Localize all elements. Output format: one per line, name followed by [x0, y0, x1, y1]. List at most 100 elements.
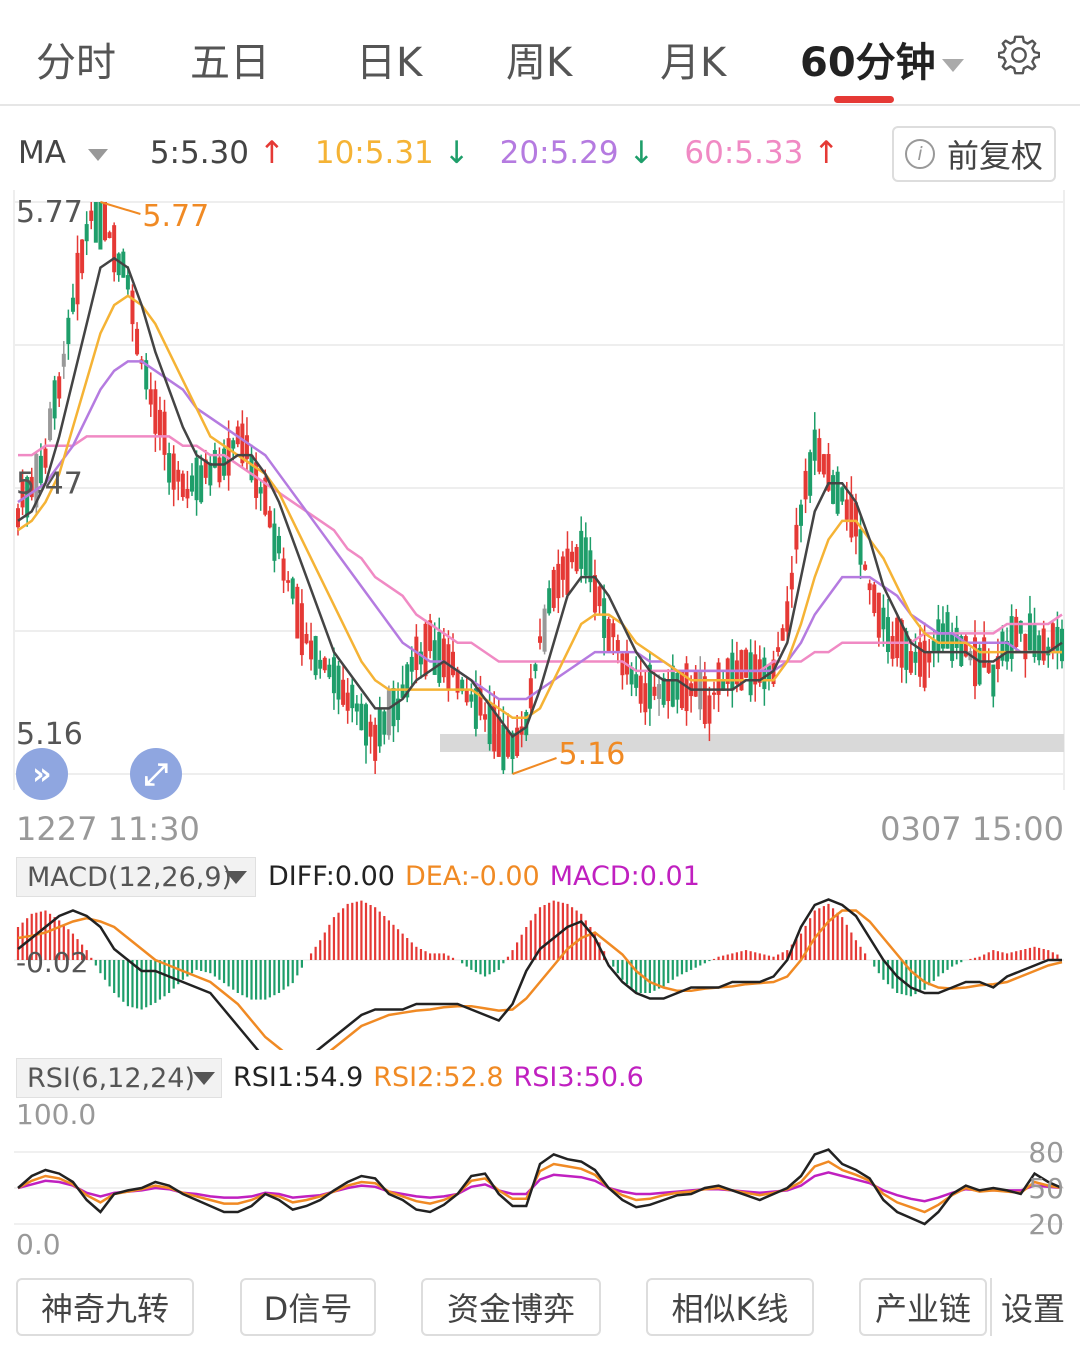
candle-body — [812, 429, 817, 461]
tab-month-k[interactable]: 月K — [660, 30, 726, 88]
time-start-label: 1227 11:30 — [16, 810, 200, 848]
ma20-value: 20:5.29 ↓ — [500, 135, 665, 171]
ma-selector[interactable]: MA — [18, 135, 118, 171]
candle-body — [153, 389, 158, 434]
candle-body — [542, 608, 547, 652]
candle-body — [748, 652, 753, 696]
candle-body — [876, 592, 881, 638]
rsi-selector-label: RSI(6,12,24) — [27, 1062, 195, 1094]
candle-body — [803, 470, 808, 500]
candlestick-chart[interactable]: 5.77 5.47 5.16 5.77 5.16 — [0, 190, 1080, 800]
candle-body — [441, 638, 446, 678]
candle-body — [744, 649, 749, 678]
candle-body — [762, 657, 767, 690]
adjust-price-button[interactable]: i 前复权 — [892, 126, 1056, 182]
d-signal-button[interactable]: D信号 — [240, 1278, 376, 1336]
candle-body — [867, 583, 872, 591]
tab-week-k[interactable]: 周K — [506, 30, 572, 88]
rsi2-value: RSI2:52.8 — [373, 1062, 504, 1093]
candle-body — [290, 578, 295, 599]
candle-body — [217, 457, 222, 483]
ma-values-row: MA 5:5.30 ↑ 10:5.31 ↓ 20:5.29 ↓ 60:5.33 ↑ — [18, 135, 859, 175]
candle-body — [922, 640, 927, 688]
macd-diff-value: DIFF:0.00 — [268, 861, 395, 892]
candle-body — [643, 683, 648, 713]
candle-body — [583, 537, 588, 576]
candle-body — [318, 659, 323, 669]
rsi-selector[interactable]: RSI(6,12,24) — [16, 1058, 222, 1098]
candle-body — [844, 499, 849, 520]
ma20-text: 20:5.29 — [499, 135, 619, 171]
candle-body — [176, 469, 181, 482]
candle-body — [533, 664, 538, 672]
arrow-down-icon: ↓ — [443, 135, 470, 171]
chevron-down-icon — [225, 870, 247, 884]
candle-body — [817, 438, 822, 472]
candle-body — [547, 588, 552, 614]
candle-body — [354, 703, 359, 712]
capital-game-button[interactable]: 资金博弈 — [421, 1278, 601, 1336]
magic-nine-button[interactable]: 神奇九转 — [16, 1278, 194, 1336]
candle-body — [679, 671, 684, 709]
candle-body — [849, 494, 854, 538]
candle-body — [821, 454, 826, 475]
candle-body — [84, 224, 89, 242]
expand-right-icon[interactable]: » — [16, 748, 68, 800]
candle-body — [799, 504, 803, 526]
candle-body — [157, 409, 162, 436]
high-price-label: 5.77 — [142, 199, 209, 234]
candle-body — [350, 684, 355, 709]
tab-five-day[interactable]: 五日 — [190, 30, 270, 88]
low-marker-line — [512, 757, 557, 775]
rsi2-line — [17, 1160, 1063, 1214]
settings-button[interactable]: 设置 — [990, 1278, 1074, 1336]
candle-body — [973, 637, 977, 687]
candle-body — [638, 675, 643, 704]
candle-body — [789, 572, 794, 590]
candle-body — [858, 529, 863, 565]
candle-body — [16, 508, 20, 528]
candle-body — [927, 652, 932, 663]
macd-selector[interactable]: MACD(12,26,9) — [16, 857, 256, 897]
candle-body — [382, 711, 387, 735]
arrow-down-icon: ↓ — [628, 135, 655, 171]
gear-icon[interactable] — [998, 34, 1040, 76]
industry-chain-button[interactable]: 产业链 — [859, 1278, 987, 1336]
period-tab-bar: 分时 五日 日K 周K 月K 60分钟 — [0, 0, 1080, 106]
candle-body — [702, 676, 707, 724]
candle-body — [693, 671, 698, 697]
candle-body — [331, 657, 336, 694]
candle-body — [776, 647, 781, 652]
candle-body — [162, 411, 167, 455]
tab-60min[interactable]: 60分钟 — [800, 30, 964, 88]
fullscreen-icon[interactable]: ⤢ — [130, 748, 182, 800]
candle-body — [808, 452, 813, 496]
candle-body — [652, 686, 657, 696]
candle-body — [190, 475, 194, 492]
candle-body — [277, 535, 281, 554]
candle-body — [322, 657, 327, 671]
candle-body — [863, 564, 868, 570]
candle-body — [116, 253, 121, 276]
candle-body — [707, 695, 712, 724]
candle-body — [135, 328, 140, 355]
candle-body — [831, 475, 836, 504]
rsi-right-tick: 80 — [1028, 1136, 1064, 1169]
tab-day-k[interactable]: 日K — [356, 30, 422, 88]
candle-body — [890, 636, 895, 659]
candle-body — [48, 408, 53, 441]
candle-body — [304, 634, 309, 644]
candle-body — [872, 584, 877, 614]
chevron-down-icon — [941, 58, 964, 72]
rsi3-value: RSI3:50.6 — [513, 1062, 644, 1093]
candle-body — [483, 714, 488, 720]
candle-body — [611, 623, 616, 638]
rsi-left-tick: 100.0 — [16, 1098, 96, 1131]
tab-time-sharing[interactable]: 分时 — [36, 30, 116, 88]
candle-body — [70, 297, 75, 312]
candle-body — [208, 462, 213, 486]
candle-body — [80, 239, 85, 274]
similar-k-button[interactable]: 相似K线 — [646, 1278, 814, 1336]
info-icon: i — [904, 139, 935, 169]
candle-body — [167, 453, 172, 483]
